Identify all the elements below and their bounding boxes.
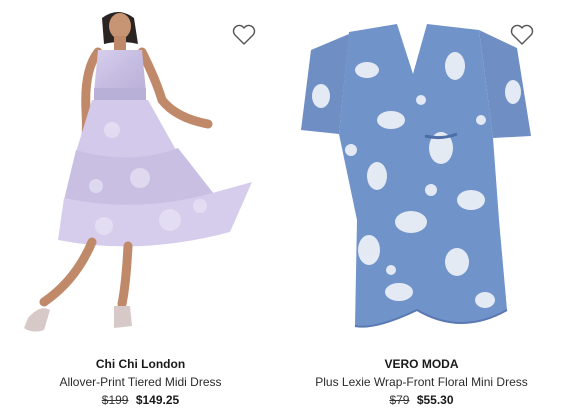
original-price: $199 (101, 393, 129, 407)
heart-outline-icon[interactable] (231, 23, 257, 47)
product-title[interactable]: Allover-Print Tiered Midi Dress (0, 373, 281, 391)
sale-price: $55.30 (416, 393, 454, 407)
product-info: VERO MODA Plus Lexie Wrap-Front Floral M… (281, 355, 562, 409)
product-title[interactable]: Plus Lexie Wrap-Front Floral Mini Dress (281, 373, 562, 391)
price-row: $79 $55.30 (281, 391, 562, 409)
product-card[interactable]: Chi Chi London Allover-Print Tiered Midi… (0, 0, 281, 412)
product-image[interactable] (0, 0, 281, 345)
product-grid: Chi Chi London Allover-Print Tiered Midi… (0, 0, 562, 412)
product-image[interactable] (281, 0, 562, 345)
sale-price: $149.25 (135, 393, 180, 407)
product-card[interactable]: VERO MODA Plus Lexie Wrap-Front Floral M… (281, 0, 562, 412)
product-info: Chi Chi London Allover-Print Tiered Midi… (0, 355, 281, 409)
price-row: $199 $149.25 (0, 391, 281, 409)
product-brand[interactable]: VERO MODA (281, 355, 562, 373)
original-price: $79 (389, 393, 410, 407)
heart-outline-icon[interactable] (509, 23, 535, 47)
product-brand[interactable]: Chi Chi London (0, 355, 281, 373)
